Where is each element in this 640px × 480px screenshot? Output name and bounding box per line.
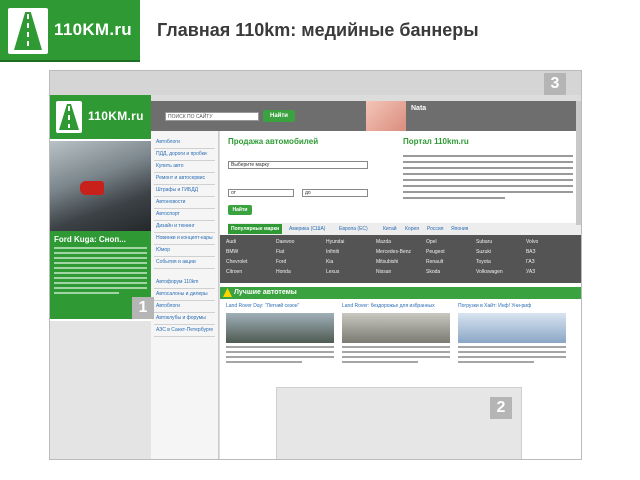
brand-link[interactable]: Audi	[226, 239, 236, 245]
nav-item[interactable]: Автофорум 110km	[154, 277, 215, 289]
portal-title: Портал 110km.ru	[403, 137, 469, 146]
brand-link[interactable]: Suzuki	[476, 249, 491, 255]
road-icon	[8, 8, 48, 54]
logo-text: 110KM.ru	[54, 20, 132, 39]
topic-title[interactable]: Погрузки в Хайт: Инф! Уни-риф	[458, 303, 566, 311]
brand-link[interactable]: Honda	[276, 269, 291, 275]
brand-link[interactable]: Infiniti	[326, 249, 339, 255]
tab-popular[interactable]: Популярные марки	[228, 224, 283, 234]
brand-link[interactable]: Citroen	[226, 269, 242, 275]
tab-japan[interactable]: Япония	[448, 224, 471, 234]
price-from-input[interactable]: от	[228, 189, 294, 197]
brand-link[interactable]: Kia	[326, 259, 333, 265]
car-banner-image[interactable]	[50, 141, 151, 231]
tab-europe[interactable]: Европа (ЕС)	[336, 224, 371, 234]
best-topics-label: Лучшие автотемы	[234, 289, 297, 296]
find-car-button[interactable]: Найти	[228, 205, 252, 215]
nav-item[interactable]: Юмор	[154, 245, 215, 257]
nav-item[interactable]: Автоновости	[154, 197, 215, 209]
nav-item[interactable]: Новинки и концепт-кары	[154, 233, 215, 245]
nav-item[interactable]: Автоблоги	[154, 137, 215, 149]
brand-link[interactable]: Toyota	[476, 259, 491, 265]
tab-china[interactable]: Китай	[380, 224, 400, 234]
topic-card[interactable]: Погрузки в Хайт: Инф! Уни-риф	[458, 303, 566, 363]
user-name[interactable]: Nata	[411, 105, 426, 112]
site-logo-text: 110KM.ru	[88, 109, 144, 123]
nav-item[interactable]: Автоспорт	[154, 209, 215, 221]
brand-link[interactable]: Volvo	[526, 239, 538, 245]
road-icon	[56, 101, 82, 133]
nav-item[interactable]: АЗС в Санкт-Петербурге	[154, 325, 215, 337]
brand-link[interactable]: BMW	[226, 249, 238, 255]
scrollbar[interactable]	[576, 101, 581, 225]
brand-table: Audi BMW Chevrolet Citroen Daewoo Fiat F…	[220, 235, 581, 283]
brand-link[interactable]: Daewoo	[276, 239, 294, 245]
brand-logo: 110KM.ru	[0, 0, 140, 62]
website-screenshot: 110KM.ru Ford Kuga: Сноп... ПОИСК ПО САЙ…	[49, 70, 582, 460]
brand-link[interactable]: Mitsubishi	[376, 259, 398, 265]
brand-link[interactable]: Hyundai	[326, 239, 344, 245]
tab-korea[interactable]: Корея	[402, 224, 422, 234]
topic-image[interactable]	[226, 313, 334, 343]
brand-link[interactable]: ВАЗ	[526, 249, 535, 255]
nav-item[interactable]: Штрафы и ГИБДД	[154, 185, 215, 197]
brand-link[interactable]: Peugeot	[426, 249, 445, 255]
banner-marker-2: 2	[490, 397, 512, 419]
page-title: Главная 110km: медийные баннеры	[157, 20, 479, 40]
brand-link[interactable]: Lexus	[326, 269, 339, 275]
brand-link[interactable]: Renault	[426, 259, 443, 265]
car-banner-title: Ford Kuga: Сноп...	[54, 235, 126, 244]
best-topics-bar: Лучшие автотемы	[220, 287, 581, 299]
brand-link[interactable]: Skoda	[426, 269, 440, 275]
left-banner-column: 110KM.ru Ford Kuga: Сноп...	[50, 95, 151, 459]
topic-image[interactable]	[342, 313, 450, 343]
topic-title[interactable]: Land Rover: бездорожье для избранных	[342, 303, 450, 311]
brand-tabs: Популярные марки Америка (США) Европа (Е…	[228, 223, 581, 235]
search-button[interactable]: Найти	[263, 110, 295, 122]
brand-link[interactable]: Chevrolet	[226, 259, 247, 265]
nav-item[interactable]: Автоклубы и форумы	[154, 313, 215, 325]
lower-banner-placeholder	[50, 321, 151, 459]
main-content: Продажа автомобилей Выберите марку от до…	[220, 131, 581, 459]
avatar	[366, 101, 406, 131]
tail-light	[80, 181, 104, 195]
brand-link[interactable]: ГАЗ	[526, 259, 535, 265]
topic-card[interactable]: Land Rover Day: "Летний сезон"	[226, 303, 334, 363]
banner-marker-1: 1	[132, 297, 154, 319]
search-input[interactable]: ПОИСК ПО САЙТУ	[165, 112, 259, 121]
brand-link[interactable]: Ford	[276, 259, 286, 265]
brand-link[interactable]: Nissan	[376, 269, 391, 275]
brand-link[interactable]: Subaru	[476, 239, 492, 245]
site-header-bar: ПОИСК ПО САЙТУ Найти Nata	[151, 101, 581, 131]
topic-title[interactable]: Land Rover Day: "Летний сезон"	[226, 303, 334, 311]
warning-icon	[223, 288, 232, 297]
tab-russia[interactable]: Россия	[424, 224, 446, 234]
brand-link[interactable]: Mercedes-Benz	[376, 249, 411, 255]
brand-link[interactable]: Opel	[426, 239, 437, 245]
nav-item[interactable]: Автосалоны и дилеры	[154, 289, 215, 301]
brand-link[interactable]: Mazda	[376, 239, 391, 245]
brand-link[interactable]: Fiat	[276, 249, 284, 255]
nav-item[interactable]: Автоблоги	[154, 301, 215, 313]
topic-card[interactable]: Land Rover: бездорожье для избранных	[342, 303, 450, 363]
slide: 110KM.ru Главная 110km: медийные баннеры…	[0, 0, 640, 480]
price-to-input[interactable]: до	[302, 189, 368, 197]
topic-image[interactable]	[458, 313, 566, 343]
nav-item[interactable]: Дизайн и тюнинг	[154, 221, 215, 233]
nav-item[interactable]: Купить авто	[154, 161, 215, 173]
browser-top-strip	[50, 71, 581, 95]
tab-usa[interactable]: Америка (США)	[286, 224, 328, 234]
nav-item[interactable]: События и акции	[154, 257, 215, 269]
nav-item[interactable]: Ремонт и автосервис	[154, 173, 215, 185]
nav-item[interactable]: ПДД, дороги и пробки	[154, 149, 215, 161]
make-select[interactable]: Выберите марку	[228, 161, 368, 169]
site-logo[interactable]: 110KM.ru	[50, 95, 151, 139]
banner-marker-3: 3	[544, 73, 566, 95]
portal-description	[403, 151, 573, 199]
banner-placeholder-2	[276, 387, 522, 459]
brand-link[interactable]: УАЗ	[526, 269, 535, 275]
brand-link[interactable]: Volkswagen	[476, 269, 503, 275]
nav-column: Автоблоги ПДД, дороги и пробки Купить ав…	[151, 131, 219, 459]
car-sale-title: Продажа автомобилей	[228, 137, 319, 146]
